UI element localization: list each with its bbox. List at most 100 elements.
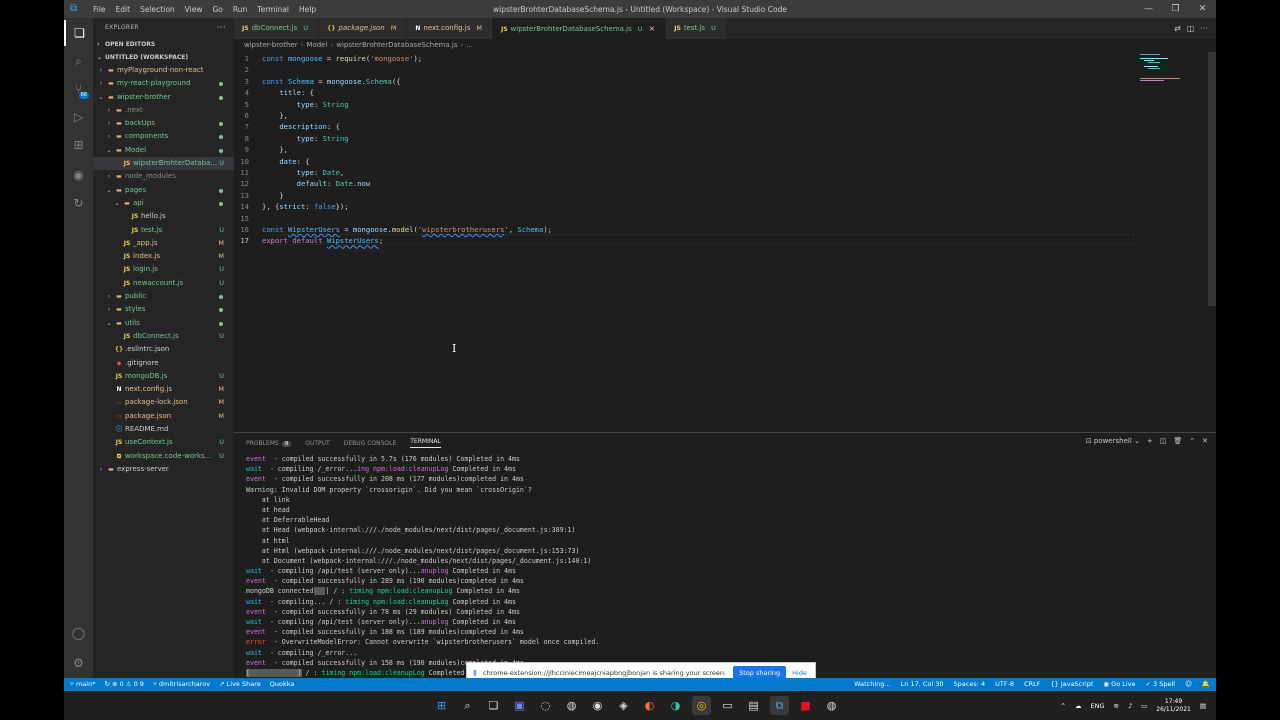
teams-chat-icon[interactable]: ▣ bbox=[510, 696, 529, 715]
tree-item[interactable]: JS index.js M bbox=[93, 250, 234, 263]
watching-status[interactable]: Watching... bbox=[854, 678, 891, 691]
breadcrumb-item[interactable]: Model bbox=[306, 41, 327, 49]
user-status[interactable]: ⑂ dmitrisarcharov bbox=[153, 678, 210, 691]
indentation-status[interactable]: Spaces: 4 bbox=[954, 678, 986, 691]
menu-item-view[interactable]: View bbox=[180, 5, 208, 14]
close-tab-icon[interactable]: × bbox=[649, 24, 656, 33]
editor-tab[interactable]: Nnext.config.js M bbox=[407, 18, 493, 39]
panel-tab-output[interactable]: OUTPUT bbox=[305, 440, 329, 447]
tree-item[interactable]: ⌄ ▬ wipster-brother bbox=[93, 91, 234, 104]
terminal-icon[interactable]: ▭ bbox=[718, 696, 737, 715]
live-share-icon[interactable]: ↻ bbox=[64, 190, 93, 216]
split-editor-icon[interactable]: ◫ bbox=[1187, 24, 1195, 33]
tree-item[interactable]: › ▬ public bbox=[93, 290, 234, 303]
app-icon-1[interactable]: ◍ bbox=[562, 696, 581, 715]
notification-center-icon[interactable]: ▤ bbox=[1200, 702, 1206, 710]
quokka-status[interactable]: Quokka bbox=[270, 678, 295, 691]
search-icon[interactable]: ⌕ bbox=[64, 48, 93, 74]
input-language[interactable]: ENG bbox=[1090, 702, 1104, 710]
edge-icon[interactable]: ◑ bbox=[666, 696, 685, 715]
vscode-taskbar-icon[interactable]: ⧉ bbox=[770, 696, 789, 715]
tree-item[interactable]: › ▬ backUps bbox=[93, 117, 234, 130]
task-view-icon[interactable]: ❏ bbox=[484, 696, 503, 715]
onedrive-icon[interactable]: ☁ bbox=[1075, 702, 1082, 710]
panel-tab-debug-console[interactable]: DEBUG CONSOLE bbox=[344, 440, 397, 447]
menu-item-help[interactable]: Help bbox=[294, 5, 321, 14]
compare-icon[interactable]: ⇄ bbox=[1174, 24, 1181, 33]
breadcrumb-item[interactable]: wipster-brother bbox=[244, 41, 298, 49]
kill-terminal-icon[interactable]: 🗑 bbox=[1173, 437, 1182, 445]
tree-item[interactable]: JS hello.js bbox=[93, 210, 234, 223]
workspace-section[interactable]: ⌄ UNTITLED (WORKSPACE) bbox=[93, 51, 234, 64]
editor-tab[interactable]: JS test.js U bbox=[666, 18, 727, 39]
tree-item[interactable]: JS test.js U bbox=[93, 224, 234, 237]
editor-scrollbar[interactable] bbox=[1208, 52, 1216, 306]
panel-tab-terminal[interactable]: TERMINAL bbox=[410, 438, 441, 448]
encoding-status[interactable]: UTF-8 bbox=[995, 678, 1014, 691]
menu-item-terminal[interactable]: Terminal bbox=[252, 5, 294, 14]
wifi-icon[interactable]: ≋ bbox=[1113, 702, 1118, 710]
panel-tab-problems[interactable]: PROBLEMS 9 bbox=[246, 440, 292, 447]
github-desktop-icon[interactable]: ◌ bbox=[536, 696, 555, 715]
live-share-status[interactable]: ↗ Live Share bbox=[219, 678, 261, 691]
tree-item[interactable]: ▭ package.json M bbox=[93, 410, 234, 423]
split-terminal-icon[interactable]: ◫ bbox=[1160, 437, 1167, 445]
extensions-icon[interactable]: ⊞ bbox=[64, 132, 93, 158]
tree-item[interactable]: ⌄ ▬ api bbox=[93, 197, 234, 210]
settings-gear-icon[interactable]: ⚙ bbox=[64, 650, 93, 676]
feedback-icon[interactable]: ☺ bbox=[1185, 678, 1192, 691]
breadcrumb-item[interactable]: ... bbox=[466, 41, 473, 49]
tree-item[interactable]: › ▬ components bbox=[93, 130, 234, 143]
branch-status[interactable]: ⑂ main* bbox=[70, 678, 95, 691]
close-window-icon[interactable]: ✕ bbox=[1189, 0, 1216, 18]
terminal-shell-selector[interactable]: ⊡ powershell ⌄ bbox=[1086, 437, 1140, 445]
editor-tab[interactable]: {} package.json M bbox=[318, 18, 408, 39]
tree-item[interactable]: › ▬ my-react-playground bbox=[93, 77, 234, 90]
tree-item[interactable]: › ▬ styles bbox=[93, 303, 234, 316]
more-actions-icon[interactable]: ··· bbox=[217, 18, 226, 38]
windows-start-icon[interactable]: ⊞ bbox=[432, 696, 451, 715]
clock[interactable]: 17:49 26/11/2021 bbox=[1156, 698, 1191, 714]
battery-icon[interactable]: ▭ bbox=[1141, 702, 1147, 710]
menu-item-run[interactable]: Run bbox=[228, 5, 252, 14]
explorer-icon[interactable]: ❏ bbox=[64, 20, 93, 46]
menu-item-go[interactable]: Go bbox=[207, 5, 227, 14]
eol-status[interactable]: CRLF bbox=[1024, 678, 1040, 691]
editor-tab[interactable]: JS wipsterBrohterDatabaseSchema.js U × bbox=[492, 18, 667, 39]
tree-item[interactable]: JS useContext.js U bbox=[93, 436, 234, 449]
obs-icon[interactable]: ◍ bbox=[822, 696, 841, 715]
code-editor[interactable]: 1 const mongoose = require('mongoose'); 2 3… bbox=[234, 52, 1216, 432]
tree-item[interactable]: JS dbConnect.js U bbox=[93, 330, 234, 343]
breadcrumb-item[interactable]: wipsterBrohterDatabaseSchema.js bbox=[336, 41, 457, 49]
app-icon-2[interactable]: ◉ bbox=[588, 696, 607, 715]
remote-desktop-icon[interactable]: ▤ bbox=[744, 696, 763, 715]
account-icon[interactable]: ◯ bbox=[64, 620, 93, 646]
tree-item[interactable]: › ▬ .next bbox=[93, 104, 234, 117]
tree-item[interactable]: › ▬ myPlayground-non-react bbox=[93, 64, 234, 77]
tree-item[interactable]: JS login.js U bbox=[93, 263, 234, 276]
minimize-icon[interactable]: — bbox=[1135, 0, 1162, 18]
close-panel-icon[interactable]: ✕ bbox=[1202, 437, 1208, 445]
tree-item[interactable]: ⌄ ▬ utils bbox=[93, 317, 234, 330]
minimap[interactable] bbox=[1138, 52, 1208, 82]
go-live-status[interactable]: ◉ Go Live bbox=[1103, 678, 1135, 691]
menu-item-edit[interactable]: Edit bbox=[111, 5, 136, 14]
tree-item[interactable]: › ▬ express-server bbox=[93, 463, 234, 476]
sync-status[interactable]: ↻ ⊗ 0 ⚠ 0 9 bbox=[104, 678, 143, 691]
source-control-icon[interactable]: ⑂ 66 bbox=[64, 76, 93, 102]
editor-tab[interactable]: JS dbConnect.js U bbox=[234, 18, 319, 39]
github-icon[interactable]: ◉ bbox=[64, 162, 93, 188]
tree-item[interactable]: ⌄ ▬ pages bbox=[93, 184, 234, 197]
language-status[interactable]: {} JavaScript bbox=[1050, 678, 1093, 691]
tray-overflow-icon[interactable]: ⌃ bbox=[1061, 702, 1066, 710]
tree-item[interactable]: JS mongoDB.js U bbox=[93, 370, 234, 383]
volume-icon[interactable]: ♪ bbox=[1128, 702, 1132, 710]
chrome-icon[interactable]: ◎ bbox=[692, 696, 711, 715]
tree-item[interactable]: {} .eslintrc.json bbox=[93, 343, 234, 356]
recorder-icon[interactable]: ■ bbox=[796, 696, 815, 715]
tree-item[interactable]: ⓘ README.md bbox=[93, 423, 234, 436]
new-terminal-icon[interactable]: + bbox=[1147, 437, 1153, 445]
restore-icon[interactable]: ❐ bbox=[1162, 0, 1189, 18]
tree-item[interactable]: ▭ package-lock.json M bbox=[93, 396, 234, 409]
hide-button[interactable]: Hide bbox=[792, 669, 807, 677]
